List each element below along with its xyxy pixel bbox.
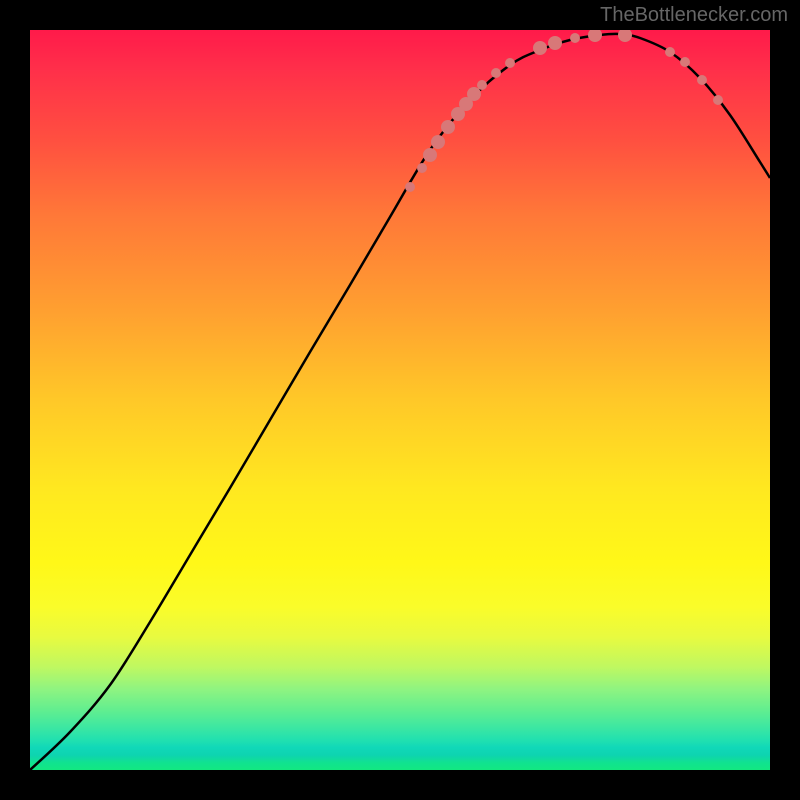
curve-marker xyxy=(697,75,707,85)
bottleneck-curve xyxy=(30,34,770,770)
curve-marker xyxy=(467,87,481,101)
chart-plot-area xyxy=(30,30,770,770)
curve-marker xyxy=(680,57,690,67)
curve-marker xyxy=(405,182,415,192)
curve-marker xyxy=(548,36,562,50)
curve-marker xyxy=(588,30,602,42)
curve-marker xyxy=(570,33,580,43)
chart-svg-layer xyxy=(30,30,770,770)
curve-marker xyxy=(431,135,445,149)
curve-marker xyxy=(533,41,547,55)
curve-marker xyxy=(423,148,437,162)
curve-marker xyxy=(713,95,723,105)
curve-marker xyxy=(477,80,487,90)
curve-marker xyxy=(618,30,632,42)
curve-marker xyxy=(505,58,515,68)
curve-marker xyxy=(665,47,675,57)
curve-marker xyxy=(417,163,427,173)
curve-marker xyxy=(491,68,501,78)
watermark-text: TheBottlenecker.com xyxy=(600,4,788,27)
curve-marker xyxy=(441,120,455,134)
